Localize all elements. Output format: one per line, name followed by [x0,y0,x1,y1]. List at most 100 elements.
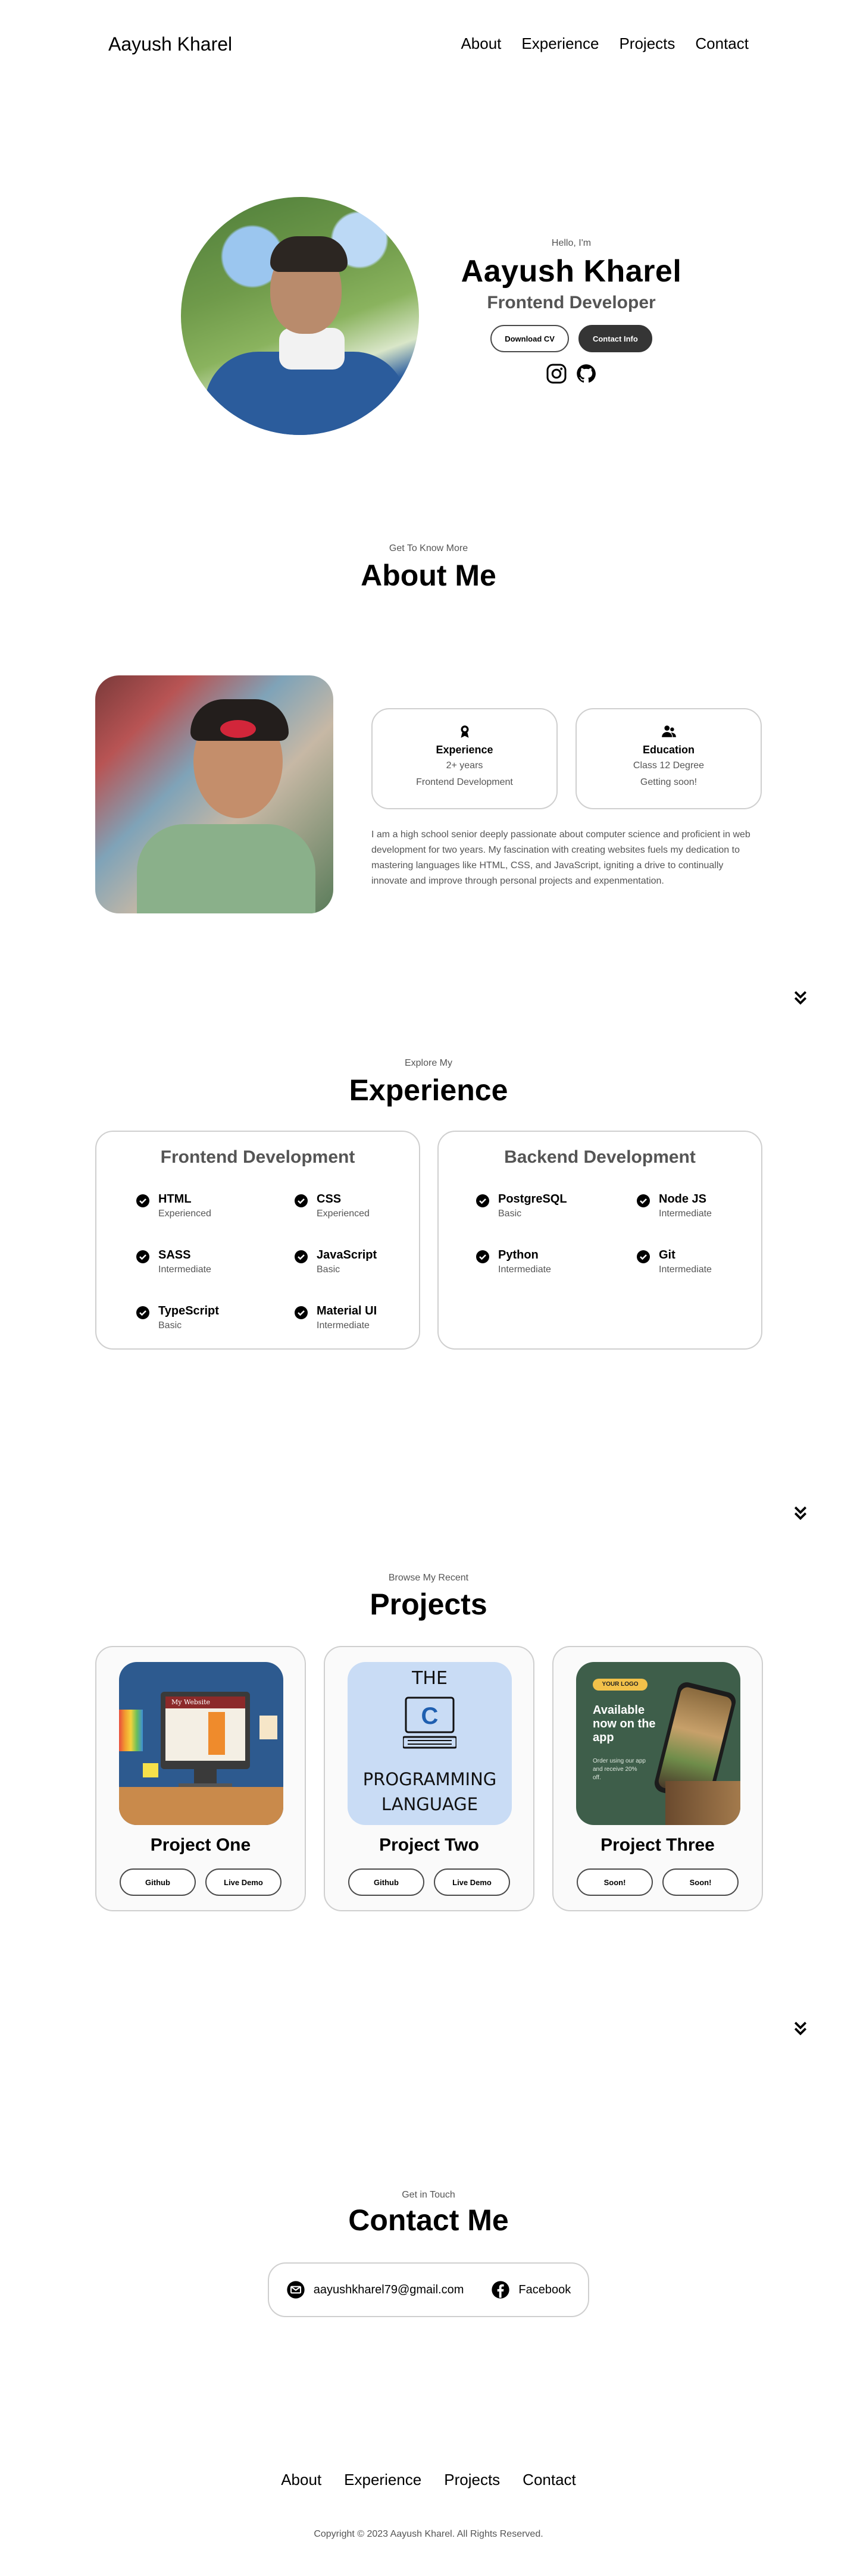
nav-link-about[interactable]: About [461,35,501,53]
project-buttons: Github Live Demo [96,1868,305,1896]
check-icon [476,1250,489,1263]
project-two-image-text-bottom: LANGUAGE [381,1794,478,1814]
github-button[interactable]: Github [120,1868,196,1896]
footer-link-experience[interactable]: Experience [344,2471,421,2489]
email-contact[interactable]: aayushkharel79@gmail.com [286,2280,464,2299]
footer-link-contact[interactable]: Contact [523,2471,576,2489]
github-button[interactable]: Github [348,1868,424,1896]
soon-button[interactable]: Soon! [662,1868,739,1896]
nav-links: About Experience Projects Contact [461,35,749,53]
experience-subtitle: Explore My [404,1058,453,1068]
check-icon [295,1306,308,1319]
logo[interactable]: Aayush Kharel [108,33,232,55]
project-buttons: Github Live Demo [325,1868,533,1896]
check-icon [637,1250,650,1263]
arrow-down-icon[interactable] [792,989,809,1007]
project-three-body: Order using our app and receive 20% off. [593,1758,646,1781]
skill-name: SASS [158,1248,191,1262]
project-title: Project Two [379,1835,479,1855]
experience-card-title: Experience [436,744,493,756]
arrow-down-icon[interactable] [792,2020,809,2037]
skill-name: TypeScript [158,1304,219,1317]
skill-item: TypeScript Basic [136,1304,219,1331]
backend-card: Backend Development PostgreSQL Basic Node… [437,1131,762,1350]
project-two-image-text-bottom: PROGRAMMING [362,1769,497,1789]
footer-link-about[interactable]: About [281,2471,321,2489]
nav-link-contact[interactable]: Contact [695,35,749,53]
project-buttons: Soon! Soon! [553,1868,762,1896]
about-photo [95,675,333,913]
footer-nav: About Experience Projects Contact [0,2471,857,2489]
projects-subtitle: Browse My Recent [388,1573,469,1583]
experience-card-line: 2+ years [446,760,483,771]
education-card-line: Class 12 Degree [633,760,705,771]
contact-info-button[interactable]: Contact Info [578,325,652,352]
contact-title: Contact Me [348,2203,509,2237]
skill-level: Experienced [317,1209,370,1219]
check-icon [136,1306,149,1319]
github-icon[interactable] [575,363,597,387]
check-icon [295,1250,308,1263]
check-icon [295,1194,308,1207]
live-demo-button[interactable]: Live Demo [205,1868,282,1896]
about-paragraph: I am a high school senior deeply passion… [371,830,750,886]
skill-level: Intermediate [158,1264,211,1275]
email-link[interactable]: aayushkharel79@gmail.com [314,2283,464,2297]
projects-title: Projects [370,1588,487,1621]
top-nav: Aayush Kharel About Experience Projects … [0,0,857,89]
experience-card-line: Frontend Development [416,777,513,787]
skill-level: Intermediate [317,1320,370,1331]
hero-role: Frontend Developer [487,293,656,312]
experience-card: Experience 2+ years Frontend Development [371,708,558,809]
facebook-contact[interactable]: Facebook [491,2280,571,2299]
hero-buttons: Download CV Contact Info [452,325,690,352]
project-three-image: YOUR LOGO Available now on the app Order… [576,1662,740,1825]
skill-level: Basic [317,1264,340,1275]
contact-box: aayushkharel79@gmail.com Facebook [268,2262,589,2317]
soon-button[interactable]: Soon! [577,1868,653,1896]
skill-item: Material UI Intermediate [294,1304,377,1331]
project-card: THE C PROGRAMMING LANGUAGE Project Two G… [324,1646,534,1911]
skill-level: Intermediate [659,1209,712,1219]
instagram-icon[interactable] [546,363,567,387]
live-demo-button[interactable]: Live Demo [434,1868,510,1896]
skill-item: SASS Intermediate [136,1248,211,1275]
skill-level: Basic [498,1209,522,1219]
your-logo-badge: YOUR LOGO [593,1679,648,1691]
skill-name: CSS [317,1192,342,1206]
footer-link-projects[interactable]: Projects [444,2471,500,2489]
project-one-image-text: My Website [165,1697,245,1708]
copyright: Copyright © 2023 Aayush Kharel. All Righ… [314,2529,543,2539]
project-card: YOUR LOGO Available now on the app Order… [552,1646,763,1911]
nav-link-experience[interactable]: Experience [521,35,599,53]
skill-item: HTML Experienced [136,1192,211,1219]
facebook-link[interactable]: Facebook [518,2283,571,2297]
education-card: Education Class 12 Degree Getting soon! [575,708,762,809]
about-subtitle: Get To Know More [389,543,468,553]
download-cv-button[interactable]: Download CV [490,325,569,352]
skill-item: CSS Experienced [294,1192,370,1219]
svg-text:C: C [421,1703,439,1729]
social-links [452,363,690,387]
check-icon [136,1194,149,1207]
skill-name: HTML [158,1192,192,1206]
project-two-image: THE C PROGRAMMING LANGUAGE [348,1662,512,1825]
project-title: Project One [150,1835,251,1855]
education-card-title: Education [642,744,695,756]
education-card-line: Getting soon! [640,777,698,787]
email-icon [287,2281,305,2299]
education-group-icon [661,724,677,739]
frontend-card-title: Frontend Development [160,1147,355,1167]
skill-item: Python Intermediate [476,1248,551,1275]
skill-level: Experienced [158,1209,211,1219]
skill-name: Node JS [659,1192,707,1206]
skill-name: PostgreSQL [498,1192,567,1206]
project-card: My Website Project One Github Live Demo [95,1646,306,1911]
experience-title: Experience [349,1073,508,1107]
project-three-headline: Available now on the app [593,1704,656,1744]
profile-photo [181,197,419,435]
check-icon [637,1194,650,1207]
nav-link-projects[interactable]: Projects [619,35,675,53]
skill-item: JavaScript Basic [294,1248,377,1275]
arrow-down-icon[interactable] [792,1504,809,1522]
